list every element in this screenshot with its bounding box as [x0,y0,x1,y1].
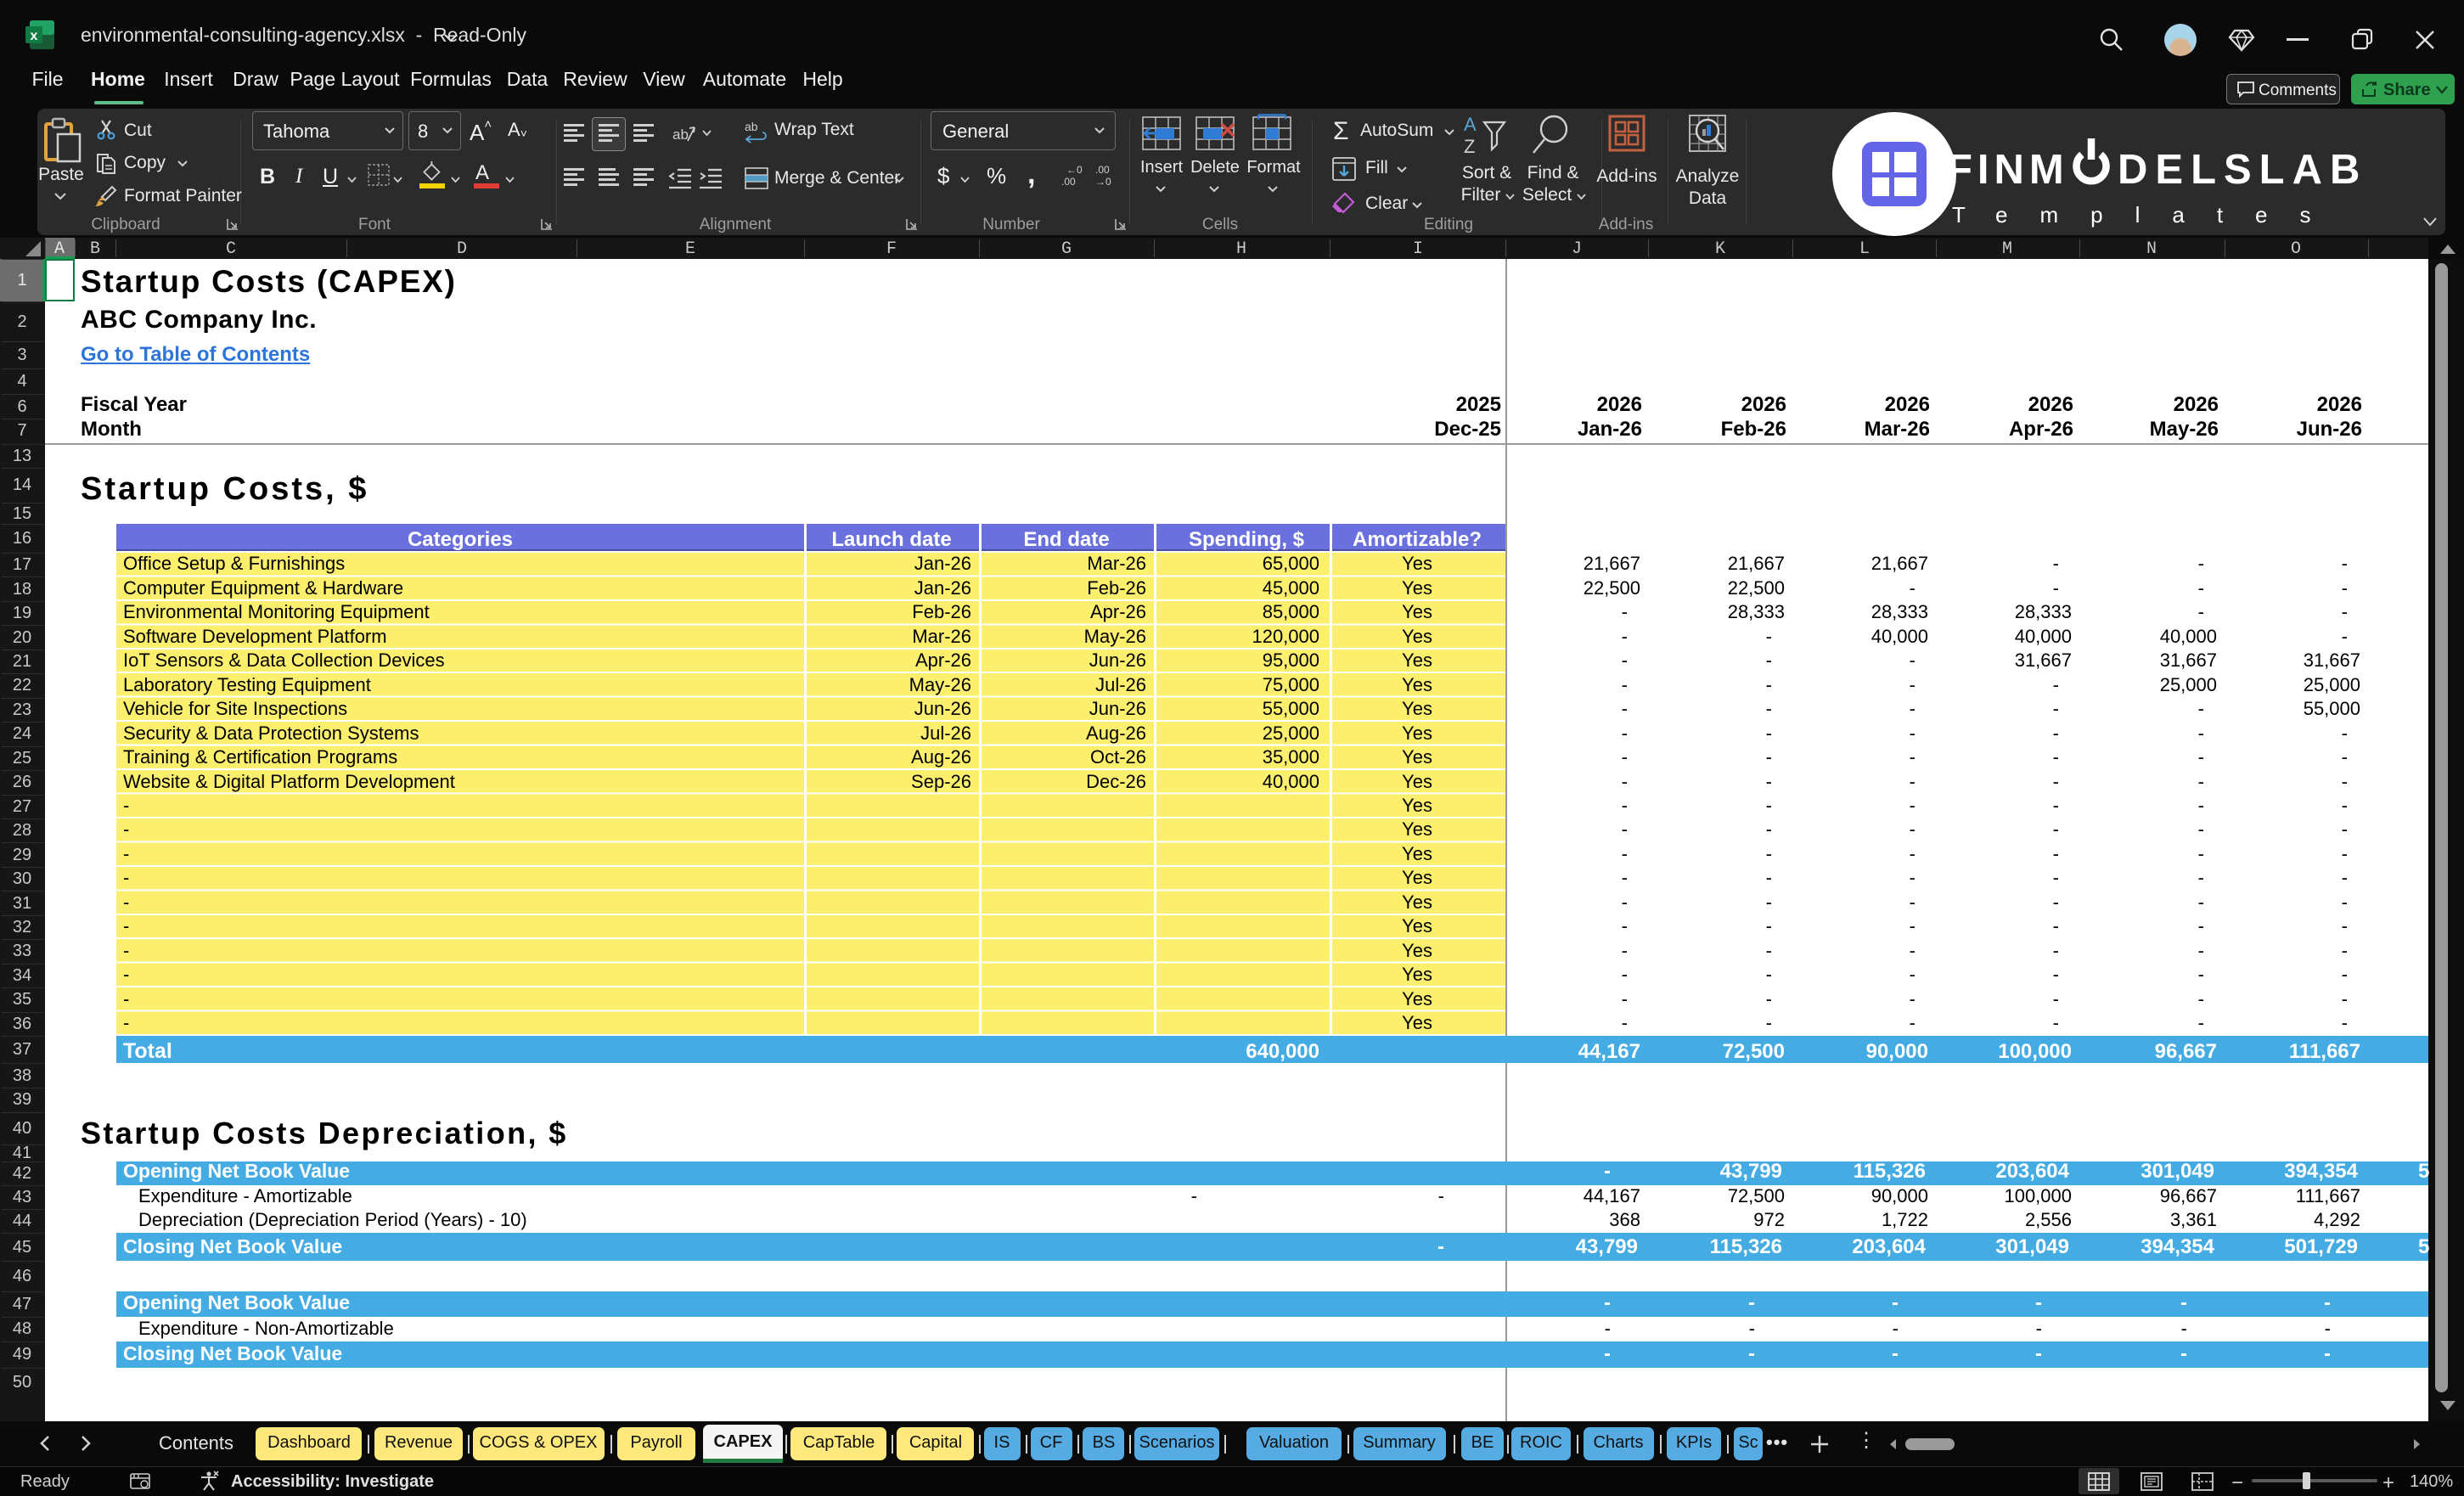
svg-text:ab: ab [745,120,758,133]
svg-text:A: A [1464,114,1477,135]
svg-text:.00: .00 [1061,176,1076,188]
svg-text:←0: ←0 [1066,164,1083,176]
svg-text:Z: Z [1464,136,1475,157]
svg-text:ab: ab [672,127,689,143]
svg-text:→0: →0 [1095,176,1111,188]
svg-text:.00: .00 [1095,164,1110,176]
svg-text:x: x [31,29,38,43]
